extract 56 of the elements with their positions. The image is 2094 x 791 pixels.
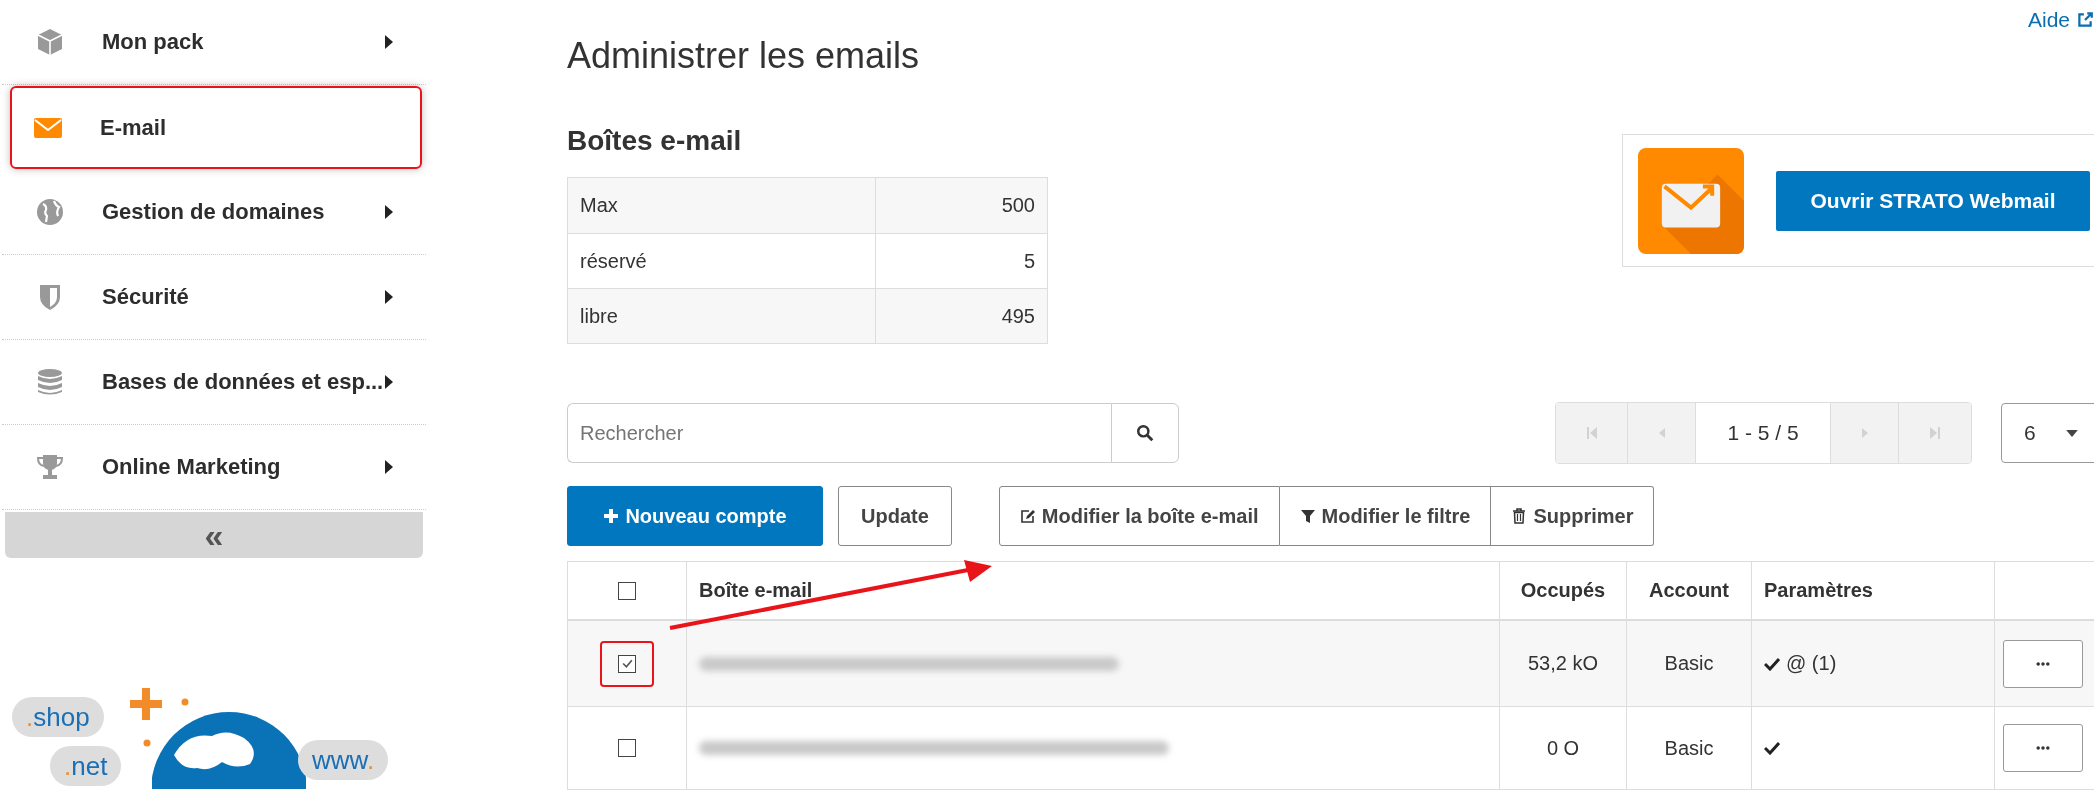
dropdown-caret-icon — [2065, 429, 2078, 437]
section-title: Boîtes e-mail — [567, 126, 743, 156]
table-cell: libre — [568, 289, 876, 343]
column-header: Paramètres — [1764, 579, 1873, 602]
column-header: Boîte e-mail — [699, 579, 813, 602]
edit-icon — [1019, 508, 1036, 524]
table-cell-text: 5 — [1022, 248, 1036, 274]
table-cell-text: 500 — [1000, 193, 1036, 218]
action-button[interactable]: Supprimer — [1491, 486, 1655, 546]
table-cell-text: 495 — [1000, 303, 1036, 329]
plus-icon — [603, 508, 620, 524]
table-cell: @ (1) — [1786, 652, 1837, 675]
globe-icon — [34, 196, 66, 228]
action-button[interactable]: Modifier la boîte e-mail — [998, 486, 1280, 546]
domain-tag: www. — [298, 740, 389, 780]
domain-tag: .shop — [12, 697, 104, 737]
collapse-button[interactable]: « — [5, 512, 423, 558]
external-link-icon — [2076, 11, 2094, 29]
table-cell: Basic — [1664, 736, 1714, 760]
more-icon — [2036, 746, 2050, 750]
row-checkbox[interactable] — [618, 739, 636, 757]
sidebar-item[interactable]: Bases de données et esp... — [2, 340, 426, 425]
domain-tag: .net — [50, 746, 122, 786]
search-icon — [1136, 424, 1154, 442]
more-button[interactable] — [2003, 639, 2083, 688]
sidebar-item[interactable]: E-mail — [10, 86, 422, 169]
first-page-icon — [1585, 425, 1598, 441]
filter-icon — [1299, 508, 1316, 524]
table-cell: Max — [568, 178, 876, 233]
select-all-checkbox[interactable] — [618, 581, 636, 600]
page-title: Administrer les emails — [567, 34, 920, 78]
row-checkbox[interactable] — [618, 654, 636, 673]
column-header: Occupés — [1520, 579, 1606, 602]
plus-sign-drawing — [128, 686, 190, 748]
more-icon — [2036, 661, 2050, 666]
sidebar-item[interactable]: Sécurité — [2, 255, 426, 340]
mail-app-icon — [1638, 147, 1744, 254]
table-cell: Basic — [1664, 652, 1714, 675]
per-page-select[interactable]: 6 — [2001, 403, 2094, 463]
trash-icon — [1511, 508, 1528, 524]
search-button[interactable] — [1111, 403, 1179, 463]
more-button[interactable] — [2003, 724, 2083, 772]
checkmark-icon — [620, 657, 634, 670]
action-button[interactable]: Update — [838, 486, 952, 546]
sidebar-item[interactable]: Gestion de domaines — [2, 170, 426, 255]
column-header: Account — [1649, 579, 1729, 602]
search-field[interactable]: Rechercher — [567, 403, 1111, 463]
table-cell: 0 O — [1546, 736, 1580, 760]
table-cell: 53,2 kO — [1527, 652, 1598, 675]
action-button[interactable]: Modifier le filtre — [1279, 486, 1492, 546]
action-button[interactable]: Nouveau compte — [567, 486, 823, 546]
last-page-icon — [1929, 425, 1941, 441]
webmail-button[interactable]: Ouvrir STRATO Webmail — [1776, 170, 2090, 231]
sidebar-item[interactable]: Mon pack — [2, 0, 426, 85]
help-link[interactable]: Aide — [2027, 8, 2094, 32]
sidebar-item[interactable]: Online Marketing — [2, 425, 426, 510]
